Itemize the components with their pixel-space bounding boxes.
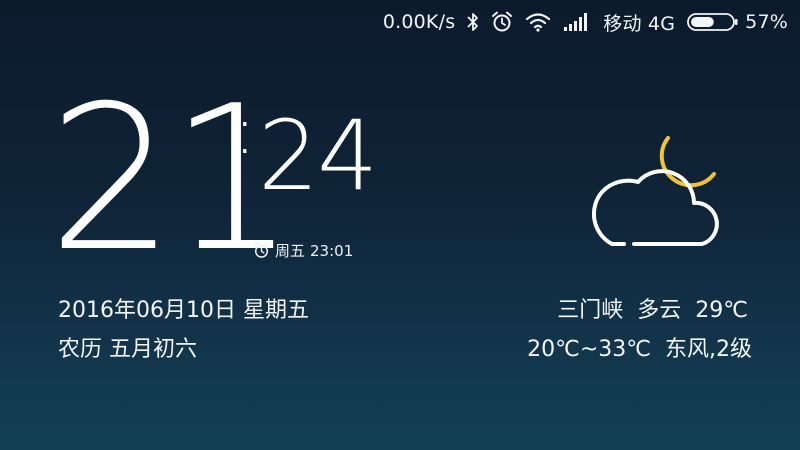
battery-percent: 57% — [745, 11, 788, 33]
weekday: 星期五 — [242, 298, 309, 323]
weather-city: 三门峡 — [557, 298, 624, 323]
wifi-icon — [525, 12, 551, 32]
partly-cloudy-night-icon[interactable] — [576, 118, 726, 258]
clock-colon: : — [234, 95, 256, 169]
battery-icon — [687, 12, 739, 32]
alarm-time: 23:01 — [310, 241, 354, 260]
weather-detail-row: 20℃~33℃ 东风,2级 — [527, 331, 752, 363]
current-temperature: 29℃ — [695, 298, 748, 323]
battery-indicator: 57% — [687, 11, 788, 33]
gregorian-date: 2016年06月10日 — [58, 298, 236, 323]
temperature-range: 20℃~33℃ — [527, 337, 651, 362]
alarm-clock-icon — [253, 242, 270, 259]
weather-summary-row: 三门峡 多云 29℃ — [557, 292, 748, 324]
lunar-date: 五月初六 — [109, 337, 198, 362]
wind-info: 东风,2级 — [665, 337, 752, 362]
carrier-label: 移动 4G — [603, 12, 676, 35]
lunar-label: 农历 — [58, 337, 103, 362]
gregorian-date-row: 2016年06月10日 星期五 — [58, 292, 309, 324]
alarm-icon — [491, 11, 513, 33]
next-alarm[interactable]: 周五 23:01 — [253, 240, 353, 261]
clock-minutes[interactable]: 24 — [258, 108, 378, 204]
lunar-date-row: 农历 五月初六 — [58, 331, 197, 363]
signal-icon — [563, 12, 591, 32]
weather-condition: 多云 — [637, 298, 682, 323]
alarm-day: 周五 — [275, 242, 306, 260]
bluetooth-icon — [467, 12, 479, 32]
network-speed: 0.00K/s — [382, 11, 456, 33]
status-bar: 0.00K/s 移动 4G 57% — [383, 0, 788, 44]
